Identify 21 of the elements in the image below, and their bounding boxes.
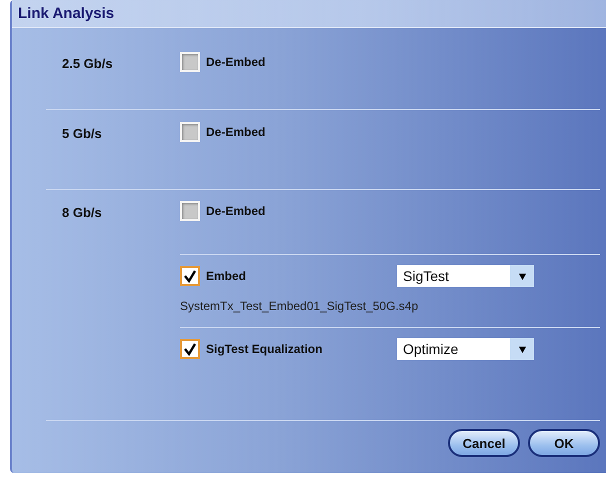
checkbox-label: De-Embed (206, 204, 266, 218)
de-embed-checkbox[interactable] (180, 52, 200, 72)
dropdown[interactable]: Optimize (397, 338, 534, 360)
ok-button[interactable]: OK (528, 429, 600, 457)
data-rate-label: 2.5 Gb/s (61, 55, 114, 71)
de-embed-checkbox[interactable] (180, 201, 200, 221)
caret-icon (518, 344, 526, 354)
file-name: SystemTx_Test_Embed01_SigTest_50G.s4p (180, 299, 420, 313)
caret-icon (518, 272, 526, 280)
option-checkbox[interactable] (180, 266, 200, 286)
checkbox-label: Embed (206, 269, 246, 283)
window-title: Link Analysis (18, 5, 114, 22)
checkbox-label: SigTest Equalization (206, 342, 322, 356)
dropdown[interactable]: SigTest (397, 265, 534, 287)
checkbox-label: De-Embed (206, 55, 266, 69)
data-rate-label: 5 Gb/s (61, 125, 103, 141)
cancel-button[interactable]: Cancel (448, 429, 520, 457)
option-checkbox[interactable] (180, 339, 200, 359)
data-rate-label: 8 Gb/s (61, 204, 103, 220)
de-embed-checkbox[interactable] (180, 122, 200, 142)
checkbox-label: De-Embed (206, 125, 266, 139)
